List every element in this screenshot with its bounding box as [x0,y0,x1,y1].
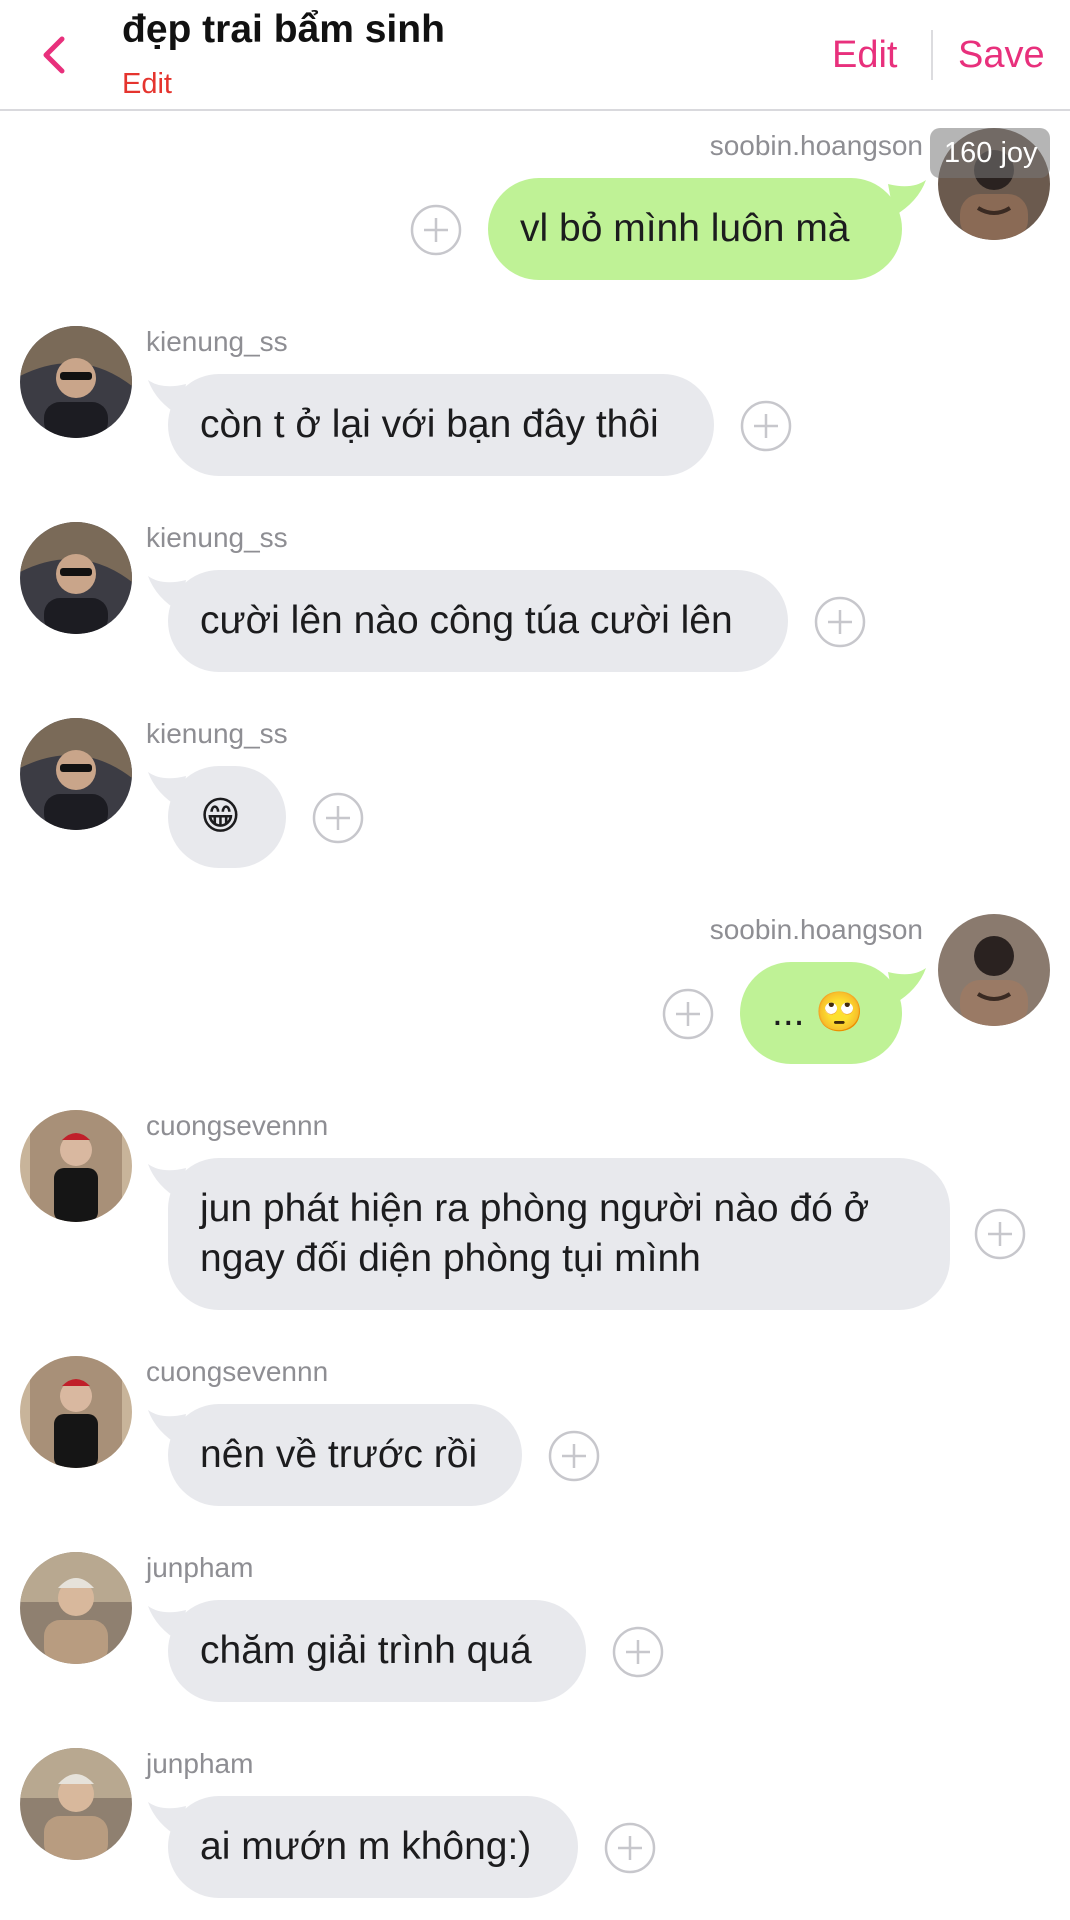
message-row: soobin.hoangson vl bỏ mình luôn mà [0,110,1070,290]
add-reaction-button[interactable] [662,988,714,1040]
add-reaction-button[interactable] [312,792,364,844]
message-bubble[interactable]: còn t ở lại với bạn đây thôi [168,374,714,476]
message-username: junpham [146,1552,254,1583]
message-bubble[interactable]: 😁 [168,766,286,868]
avatar[interactable] [20,522,132,634]
message-row: junpham ai mướn m không:) [0,1732,1070,1920]
message-bubble[interactable]: cười lên nào công túa cười lên [168,570,788,672]
avatar[interactable] [20,1552,132,1664]
add-reaction-button[interactable] [740,400,792,452]
joy-points-badge: 160 joy [930,128,1050,178]
avatar[interactable] [20,1748,132,1860]
plus-circle-icon [662,988,714,1040]
message-bubble[interactable]: ... 🙄 [740,962,902,1064]
add-reaction-button[interactable] [974,1208,1026,1260]
chat-header: đẹp trai bẩm sinh Edit Edit Save [0,0,1070,111]
message-username: soobin.hoangson [709,130,923,161]
message-username: soobin.hoangson [709,914,923,945]
add-reaction-button[interactable] [548,1430,600,1482]
plus-circle-icon [612,1626,664,1678]
message-username: cuongsevennn [146,1356,329,1387]
message-username: kienung_ss [146,718,288,749]
message-username: kienung_ss [146,326,288,357]
header-divider [931,30,933,80]
plus-circle-icon [814,596,866,648]
message-bubble[interactable]: ai mướn m không:) [168,1796,578,1898]
message-row: kienung_ss còn t ở lại với bạn đây thôi [0,310,1070,490]
message-bubble[interactable]: chăm giải trình quá [168,1600,586,1702]
add-reaction-button[interactable] [604,1822,656,1874]
save-button[interactable]: Save [958,34,1045,77]
plus-circle-icon [740,400,792,452]
message-row: soobin.hoangson ... 🙄 [0,898,1070,1078]
avatar[interactable] [20,1110,132,1222]
add-reaction-button[interactable] [410,204,462,256]
message-username: cuongsevennn [146,1110,329,1141]
back-button[interactable] [36,30,76,80]
avatar[interactable] [938,914,1050,1026]
chat-title: đẹp trai bẩm sinh [122,8,445,51]
message-row: cuongsevennn jun phát hiện ra phòng ngườ… [0,1094,1070,1324]
message-row: kienung_ss cười lên nào công túa cười lê… [0,506,1070,686]
plus-circle-icon [548,1430,600,1482]
message-bubble[interactable]: vl bỏ mình luôn mà [488,178,902,280]
message-row: junpham chăm giải trình quá [0,1536,1070,1716]
chevron-left-icon [43,36,65,74]
message-row: cuongsevennn nên về trước rồi [0,1340,1070,1520]
avatar[interactable] [20,718,132,830]
message-bubble[interactable]: jun phát hiện ra phòng người nào đó ở ng… [168,1158,950,1310]
plus-circle-icon [974,1208,1026,1260]
edit-button[interactable]: Edit [832,34,897,77]
message-username: junpham [146,1748,254,1779]
plus-circle-icon [604,1822,656,1874]
avatar[interactable] [20,1356,132,1468]
plus-circle-icon [312,792,364,844]
avatar[interactable] [20,326,132,438]
message-bubble[interactable]: nên về trước rồi [168,1404,522,1506]
message-username: kienung_ss [146,522,288,553]
add-reaction-button[interactable] [814,596,866,648]
add-reaction-button[interactable] [612,1626,664,1678]
chat-subtitle-edit-link[interactable]: Edit [122,68,172,101]
plus-circle-icon [410,204,462,256]
message-row: kienung_ss 😁 [0,702,1070,882]
